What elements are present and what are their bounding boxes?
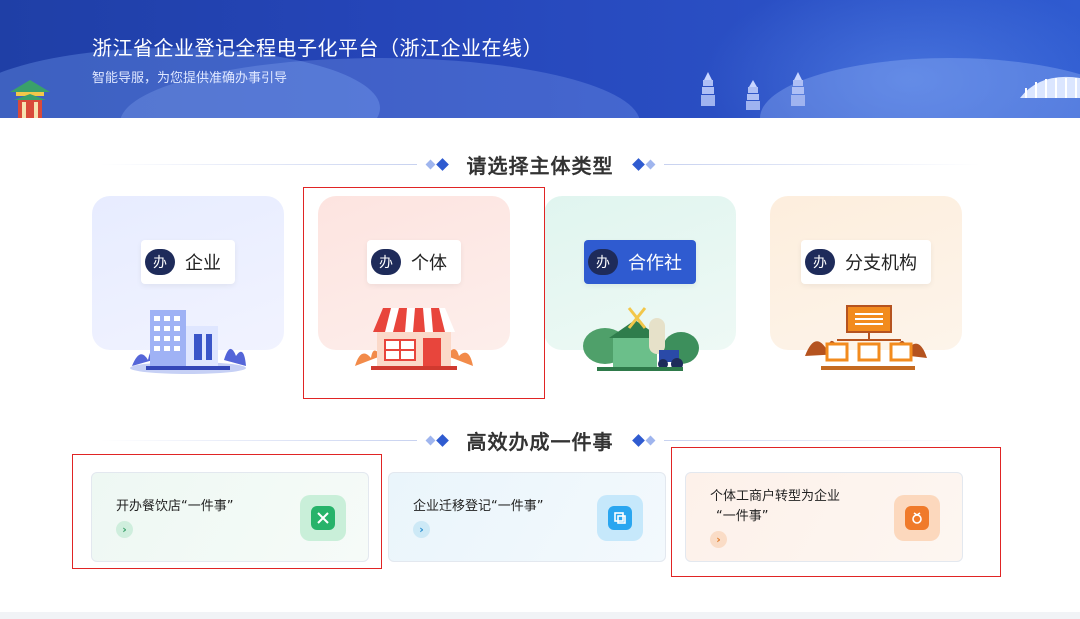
- bridge-icon: [1020, 76, 1080, 98]
- handle-badge: 办: [588, 249, 618, 275]
- task-section-title: 高效办成一件事: [466, 429, 614, 454]
- diamond-decoration-icon: [425, 157, 449, 171]
- org-chart-icon: [805, 305, 927, 370]
- selection-highlight: [72, 454, 382, 569]
- entity-section-title: 请选择主体类型: [466, 153, 614, 178]
- transfer-copy-icon: [597, 495, 643, 541]
- diamond-decoration-icon: [631, 157, 656, 171]
- handle-badge: 办: [145, 249, 175, 275]
- entity-pill: 办 企业: [141, 240, 235, 284]
- entity-card-enterprise[interactable]: 办 企业: [92, 196, 284, 374]
- entity-pill: 办 合作社: [584, 240, 696, 284]
- handle-badge: 办: [805, 249, 835, 275]
- footer-divider: [0, 612, 1080, 619]
- tower-icon: [746, 80, 760, 110]
- pavilion-icon: [10, 80, 50, 118]
- entity-pill: 办 分支机构: [801, 240, 931, 284]
- banner-title: 浙江省企业登记全程电子化平台（浙江企业在线）: [92, 36, 543, 60]
- entity-label: 分支机构: [845, 253, 917, 274]
- entity-label: 合作社: [628, 253, 682, 274]
- header-banner: 浙江省企业登记全程电子化平台（浙江企业在线） 智能导服，为您提供准确办事引导: [0, 0, 1080, 118]
- selection-highlight: [303, 187, 545, 399]
- tower-icon: [701, 72, 715, 106]
- task-card-relocation[interactable]: 企业迁移登记“一件事” ›: [388, 472, 666, 562]
- entity-card-cooperative[interactable]: 办 合作社: [544, 196, 736, 371]
- entity-section-heading: 请选择主体类型: [100, 150, 980, 178]
- office-building-icon: [130, 310, 246, 374]
- entity-label: 企业: [185, 253, 221, 274]
- selection-highlight: [671, 447, 1001, 577]
- chevron-right-icon[interactable]: ›: [413, 521, 430, 538]
- tower-icon: [791, 72, 805, 106]
- banner-subtitle: 智能导服，为您提供准确办事引导: [92, 71, 288, 86]
- farm-tractor-icon: [583, 307, 699, 371]
- diamond-decoration-icon: [425, 433, 449, 447]
- diamond-decoration-icon: [631, 433, 656, 447]
- task-label: 企业迁移登记“一件事”: [413, 499, 544, 514]
- entity-card-branch[interactable]: 办 分支机构: [770, 196, 962, 370]
